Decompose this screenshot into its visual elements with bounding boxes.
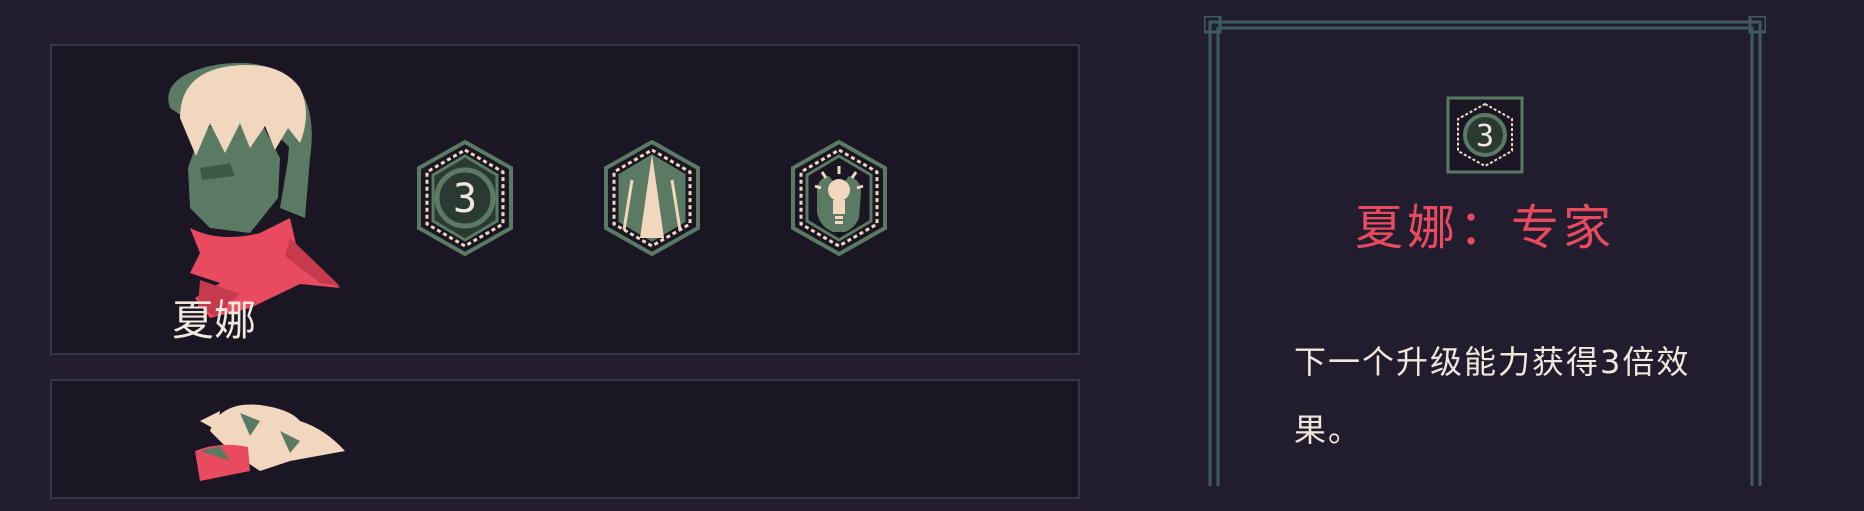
ability-spire-button[interactable] (602, 140, 702, 256)
detail-title: 夏娜：专家 (1354, 200, 1615, 256)
ability-number-three-button[interactable]: 3 (415, 140, 515, 256)
ability-detail-panel: 3 夏娜：专家 下一个升级能力获得3倍效果。 (1204, 16, 1766, 486)
character-portrait (140, 391, 380, 511)
detail-ability-icon: 3 (1446, 96, 1524, 174)
character-card[interactable]: 夏娜 3 (50, 44, 1080, 355)
number-three-hex-icon: 3 (1446, 96, 1524, 174)
character-name: 夏娜 (172, 296, 257, 345)
svg-text:3: 3 (1476, 119, 1494, 154)
spire-hex-icon (604, 140, 700, 256)
lightbulb-hex-icon (791, 140, 887, 256)
number-three-hex-icon: 3 (417, 140, 513, 256)
ability-lightbulb-button[interactable] (789, 140, 889, 256)
svg-text:3: 3 (453, 176, 477, 222)
character-card[interactable] (50, 379, 1080, 499)
detail-description: 下一个升级能力获得3倍效果。 (1294, 343, 1691, 449)
